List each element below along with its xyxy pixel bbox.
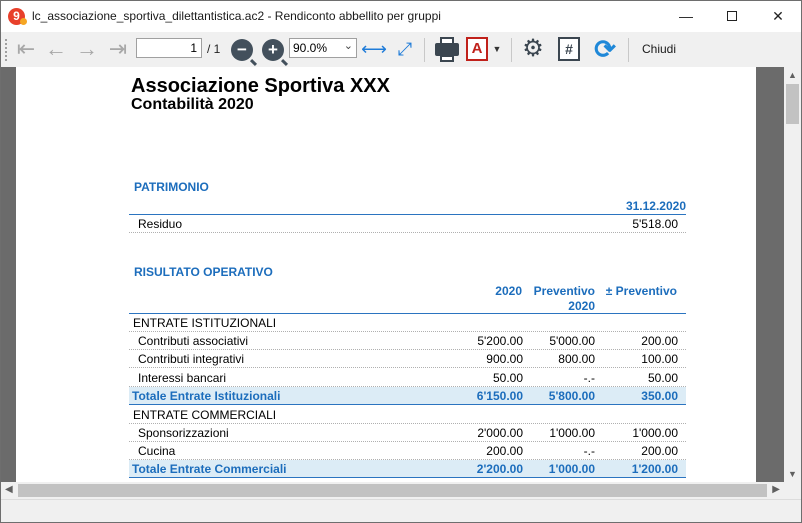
table-row: Contributi integrativi 900.00 800.00 100…: [129, 350, 686, 368]
chevron-down-icon: ⌄: [343, 40, 353, 52]
cell-difference: 100.00: [641, 352, 678, 366]
total-difference: 1'200.00: [631, 462, 678, 476]
total-preventivo: 5'800.00: [548, 389, 595, 403]
table-row: Sponsorizzazioni 2'000.00 1'000.00 1'000…: [129, 424, 686, 442]
table-row: Residuo 5'518.00: [129, 215, 686, 233]
vertical-scroll-thumb[interactable]: [786, 84, 799, 124]
document-title: Associazione Sportiva XXX: [131, 75, 390, 97]
page-number-input[interactable]: 1: [136, 38, 202, 58]
pdf-dropdown-icon[interactable]: ▼: [492, 37, 502, 61]
group-row: ENTRATE ISTITUZIONALI: [129, 314, 686, 332]
total-preventivo: 1'000.00: [548, 462, 595, 476]
zoom-level-select[interactable]: 90.0% ⌄: [289, 38, 357, 58]
pdf-export-icon[interactable]: A: [466, 37, 488, 61]
column-header-preventivo-year: 2020: [568, 299, 595, 313]
gear-icon[interactable]: ⚙: [521, 37, 545, 61]
column-header-date: 31.12.2020: [625, 199, 686, 213]
print-icon[interactable]: [434, 36, 460, 62]
total-row: Totale Entrate Istituzionali 6'150.00 5'…: [129, 387, 686, 405]
total-row: Totale Entrate Commerciali 2'200.00 1'00…: [129, 460, 686, 478]
table-row: Contributi associativi 5'200.00 5'000.00…: [129, 332, 686, 350]
refresh-icon[interactable]: ⟳: [592, 36, 618, 62]
cell-2020: 50.00: [492, 371, 523, 385]
cell-preventivo: 800.00: [558, 352, 595, 366]
row-label: Interessi bancari: [138, 371, 227, 385]
cell-2020: 2'000.00: [477, 426, 523, 440]
zoom-out-button[interactable]: −: [231, 38, 253, 62]
zoom-in-button[interactable]: +: [262, 38, 284, 62]
page-number-settings-icon[interactable]: #: [558, 37, 580, 61]
document-page: Associazione Sportiva XXX Contabilità 20…: [16, 67, 756, 482]
cell-preventivo: 5'000.00: [549, 334, 595, 348]
printer-body: [435, 36, 459, 62]
row-value: 5'518.00: [632, 217, 678, 231]
minimize-button[interactable]: —: [663, 1, 709, 32]
close-button[interactable]: Chiudi: [642, 42, 676, 56]
toolbar: ⇤ ← → ⇥ 1 / 1 − + 90.0% ⌄ ⟷ ⤢ A ▼ ⚙ # ⟳ …: [1, 32, 801, 67]
cell-2020: 200.00: [486, 444, 523, 458]
section-heading-patrimonio: PATRIMONIO: [134, 180, 209, 194]
horizontal-scroll-thumb[interactable]: [18, 484, 767, 497]
cell-preventivo: -.-: [583, 371, 595, 385]
scroll-down-icon[interactable]: ▼: [788, 469, 797, 479]
cell-2020: 900.00: [486, 352, 523, 366]
toolbar-grip[interactable]: [5, 39, 8, 61]
page-total-label: / 1: [207, 42, 221, 56]
row-label: Cucina: [138, 444, 176, 458]
app-logo-icon: 9: [8, 8, 27, 25]
group-label: ENTRATE ISTITUZIONALI: [133, 316, 277, 330]
scroll-left-icon[interactable]: ◀: [5, 484, 13, 495]
toolbar-separator: [511, 38, 512, 62]
total-label: Totale Entrate Commerciali: [132, 462, 287, 476]
cell-2020: 5'200.00: [477, 334, 523, 348]
table-row: Interessi bancari 50.00 -.- 50.00: [129, 369, 686, 387]
horizontal-scrollbar[interactable]: ◀ ▶: [1, 482, 784, 499]
scroll-up-icon[interactable]: ▲: [788, 70, 797, 80]
zoom-in-icon: +: [262, 39, 284, 61]
last-page-icon[interactable]: ⇥: [107, 37, 129, 61]
document-subtitle: Contabilità 2020: [131, 96, 254, 113]
status-bar: [1, 499, 801, 522]
title-bar: 9 lc_associazione_sportiva_dilettantisti…: [1, 1, 801, 32]
maximize-icon: [727, 11, 737, 21]
cell-difference: 50.00: [647, 371, 678, 385]
cell-difference: 1'000.00: [632, 426, 678, 440]
column-header-2020: 2020: [495, 284, 522, 298]
document-viewport[interactable]: Associazione Sportiva XXX Contabilità 20…: [1, 67, 784, 482]
zoom-level-value: 90.0%: [293, 41, 328, 55]
previous-page-icon[interactable]: ←: [45, 37, 67, 61]
row-label: Residuo: [138, 217, 183, 231]
cell-preventivo: 1'000.00: [549, 426, 595, 440]
vertical-scrollbar[interactable]: ▲ ▼: [784, 67, 801, 482]
zoom-out-icon: −: [231, 39, 253, 61]
row-label: Contributi associativi: [138, 334, 249, 348]
row-label: Contributi integrativi: [138, 352, 245, 366]
total-difference: 350.00: [641, 389, 678, 403]
table-row: Cucina 200.00 -.- 200.00: [129, 442, 686, 460]
fit-page-icon[interactable]: ⤢: [393, 37, 417, 61]
group-label: ENTRATE COMMERCIALI: [133, 408, 277, 422]
cell-difference: 200.00: [641, 334, 678, 348]
first-page-icon[interactable]: ⇤: [15, 37, 37, 61]
maximize-button[interactable]: [709, 1, 755, 32]
window-title: lc_associazione_sportiva_dilettantistica…: [32, 9, 441, 23]
cell-preventivo: -.-: [583, 444, 595, 458]
fit-width-icon[interactable]: ⟷: [361, 37, 387, 61]
group-row: ENTRATE COMMERCIALI: [129, 406, 686, 424]
total-label: Totale Entrate Istituzionali: [132, 389, 281, 403]
next-page-icon[interactable]: →: [76, 37, 98, 61]
column-header-preventivo: Preventivo: [533, 284, 595, 298]
toolbar-separator: [424, 38, 425, 62]
scroll-right-icon[interactable]: ▶: [772, 484, 780, 495]
app-window: 9 lc_associazione_sportiva_dilettantisti…: [0, 0, 802, 523]
cell-difference: 200.00: [641, 444, 678, 458]
total-2020: 6'150.00: [476, 389, 523, 403]
close-window-button[interactable]: ✕: [755, 1, 801, 32]
section-heading-risultato: RISULTATO OPERATIVO: [134, 265, 273, 279]
row-label: Sponsorizzazioni: [138, 426, 229, 440]
total-2020: 2'200.00: [476, 462, 523, 476]
column-header-difference: ± Preventivo: [605, 284, 677, 298]
scrollbar-corner: [784, 482, 801, 499]
toolbar-separator: [628, 38, 629, 62]
